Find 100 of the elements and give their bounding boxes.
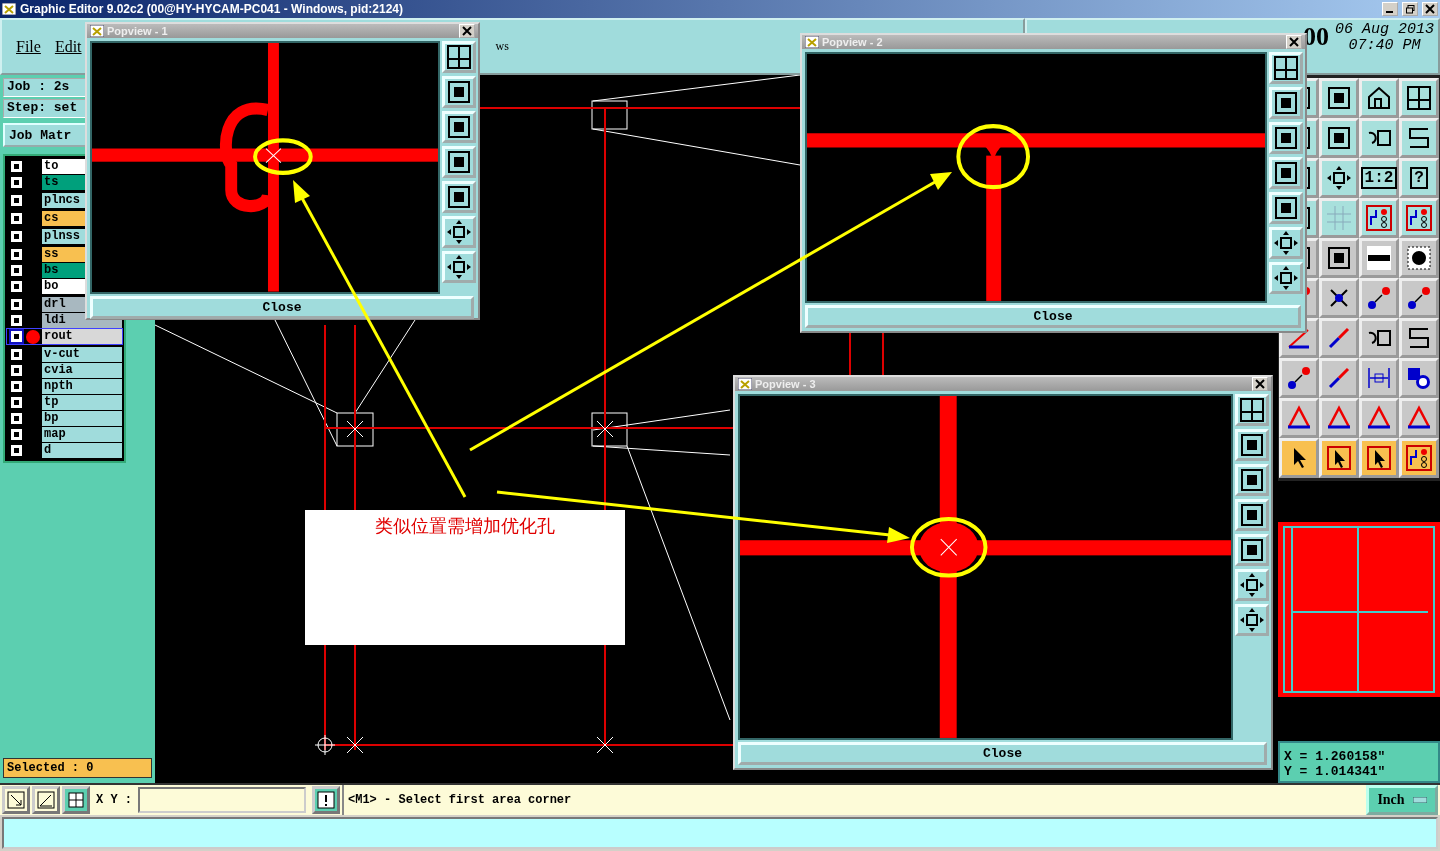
close-button[interactable] [1286, 35, 1302, 49]
frame-icon [1239, 502, 1265, 528]
tool-button[interactable]: 1:2 [1359, 158, 1399, 198]
view-button[interactable] [442, 181, 476, 213]
selected-count: Selected : 0 [3, 758, 152, 778]
tool-button[interactable] [1399, 358, 1439, 398]
tool-button[interactable] [1359, 398, 1399, 438]
layer-checkbox[interactable] [9, 395, 24, 410]
layer-name[interactable]: rout [42, 329, 122, 344]
layer-checkbox[interactable] [9, 279, 24, 294]
tool-button[interactable] [1279, 398, 1319, 438]
layer-row[interactable]: rout [7, 329, 122, 344]
layer-checkbox[interactable] [9, 193, 24, 208]
layer-checkbox[interactable] [9, 443, 24, 458]
view-button[interactable] [1235, 604, 1269, 636]
layer-name[interactable]: cvia [42, 363, 122, 378]
grid-button[interactable] [62, 786, 90, 814]
close-button[interactable] [459, 24, 475, 38]
layer-checkbox[interactable] [9, 263, 24, 278]
xy-input[interactable] [138, 787, 306, 813]
layer-name[interactable]: map [42, 427, 122, 442]
angle-button[interactable] [32, 786, 60, 814]
tool-button[interactable] [1399, 238, 1439, 278]
view-button[interactable] [442, 146, 476, 178]
tool-button[interactable] [1359, 238, 1399, 278]
minimize-button[interactable] [1382, 2, 1398, 16]
tool-button[interactable] [1279, 358, 1319, 398]
view-button[interactable] [442, 76, 476, 108]
view-button[interactable] [442, 111, 476, 143]
alert-button[interactable] [312, 786, 340, 814]
view-button[interactable] [1235, 534, 1269, 566]
layer-name[interactable]: npth [42, 379, 122, 394]
view-button[interactable] [1269, 227, 1303, 259]
command-bar[interactable] [2, 817, 1438, 849]
popview-close-button[interactable]: Close [805, 304, 1301, 328]
menu-item[interactable]: File [16, 37, 41, 56]
tool-button[interactable] [1399, 318, 1439, 358]
restore-button[interactable] [1402, 2, 1418, 16]
menu-item[interactable]: Edit [54, 37, 82, 56]
tool-button[interactable] [1399, 198, 1439, 238]
layer-checkbox[interactable] [9, 329, 24, 344]
tool-button[interactable] [1359, 278, 1399, 318]
view-button[interactable] [1269, 192, 1303, 224]
layer-name[interactable]: v-cut [42, 347, 122, 362]
tool-button[interactable] [1359, 358, 1399, 398]
layer-name[interactable]: tp [42, 395, 122, 410]
view-button[interactable] [1235, 429, 1269, 461]
view-button[interactable] [1269, 262, 1303, 294]
layer-name[interactable]: d [42, 443, 122, 458]
tool-button[interactable] [1279, 438, 1319, 478]
tool-button[interactable] [1359, 318, 1399, 358]
layer-checkbox[interactable] [9, 313, 24, 328]
layer-checkbox[interactable] [9, 363, 24, 378]
view-button[interactable] [442, 251, 476, 283]
layer-checkbox[interactable] [9, 211, 24, 226]
layer-checkbox[interactable] [9, 175, 24, 190]
layer-checkbox[interactable] [9, 411, 24, 426]
tool-button[interactable] [1319, 158, 1359, 198]
tool-button[interactable] [1359, 438, 1399, 478]
popview-close-button[interactable]: Close [90, 295, 474, 319]
tool-button[interactable] [1399, 438, 1439, 478]
layer-checkbox[interactable] [9, 229, 24, 244]
tool-button[interactable] [1359, 78, 1399, 118]
tool-button[interactable] [1319, 78, 1359, 118]
layer-checkbox[interactable] [9, 427, 24, 442]
unit-dropdown[interactable]: Inch [1366, 785, 1438, 815]
view-button[interactable] [1269, 122, 1303, 154]
view-button[interactable] [442, 41, 476, 73]
close-button[interactable] [1252, 377, 1268, 391]
tool-button[interactable] [1319, 438, 1359, 478]
popview-close-button[interactable]: Close [738, 741, 1267, 765]
layer-checkbox[interactable] [9, 247, 24, 262]
frame-icon [1239, 432, 1265, 458]
view-button[interactable] [1269, 52, 1303, 84]
view-button[interactable] [1269, 87, 1303, 119]
tool-button[interactable] [1319, 278, 1359, 318]
layer-checkbox[interactable] [9, 379, 24, 394]
view-button[interactable] [442, 216, 476, 248]
zoom-button[interactable] [2, 786, 30, 814]
tool-button[interactable] [1359, 118, 1399, 158]
view-button[interactable] [1269, 157, 1303, 189]
close-button[interactable] [1422, 2, 1438, 16]
tool-button[interactable] [1319, 398, 1359, 438]
layer-name[interactable]: bp [42, 411, 122, 426]
tool-button[interactable] [1399, 118, 1439, 158]
tool-button[interactable] [1319, 238, 1359, 278]
view-button[interactable] [1235, 499, 1269, 531]
view-button[interactable] [1235, 394, 1269, 426]
layer-checkbox[interactable] [9, 297, 24, 312]
layer-checkbox[interactable] [9, 159, 24, 174]
tool-button[interactable] [1359, 198, 1399, 238]
tool-button[interactable] [1399, 278, 1439, 318]
tool-button[interactable] [1399, 78, 1439, 118]
menu-item[interactable]: ws [495, 39, 509, 54]
tool-button[interactable]: ? [1399, 158, 1439, 198]
view-button[interactable] [1235, 569, 1269, 601]
layer-checkbox[interactable] [9, 347, 24, 362]
tool-button[interactable] [1319, 118, 1359, 158]
tool-button[interactable] [1399, 398, 1439, 438]
view-button[interactable] [1235, 464, 1269, 496]
